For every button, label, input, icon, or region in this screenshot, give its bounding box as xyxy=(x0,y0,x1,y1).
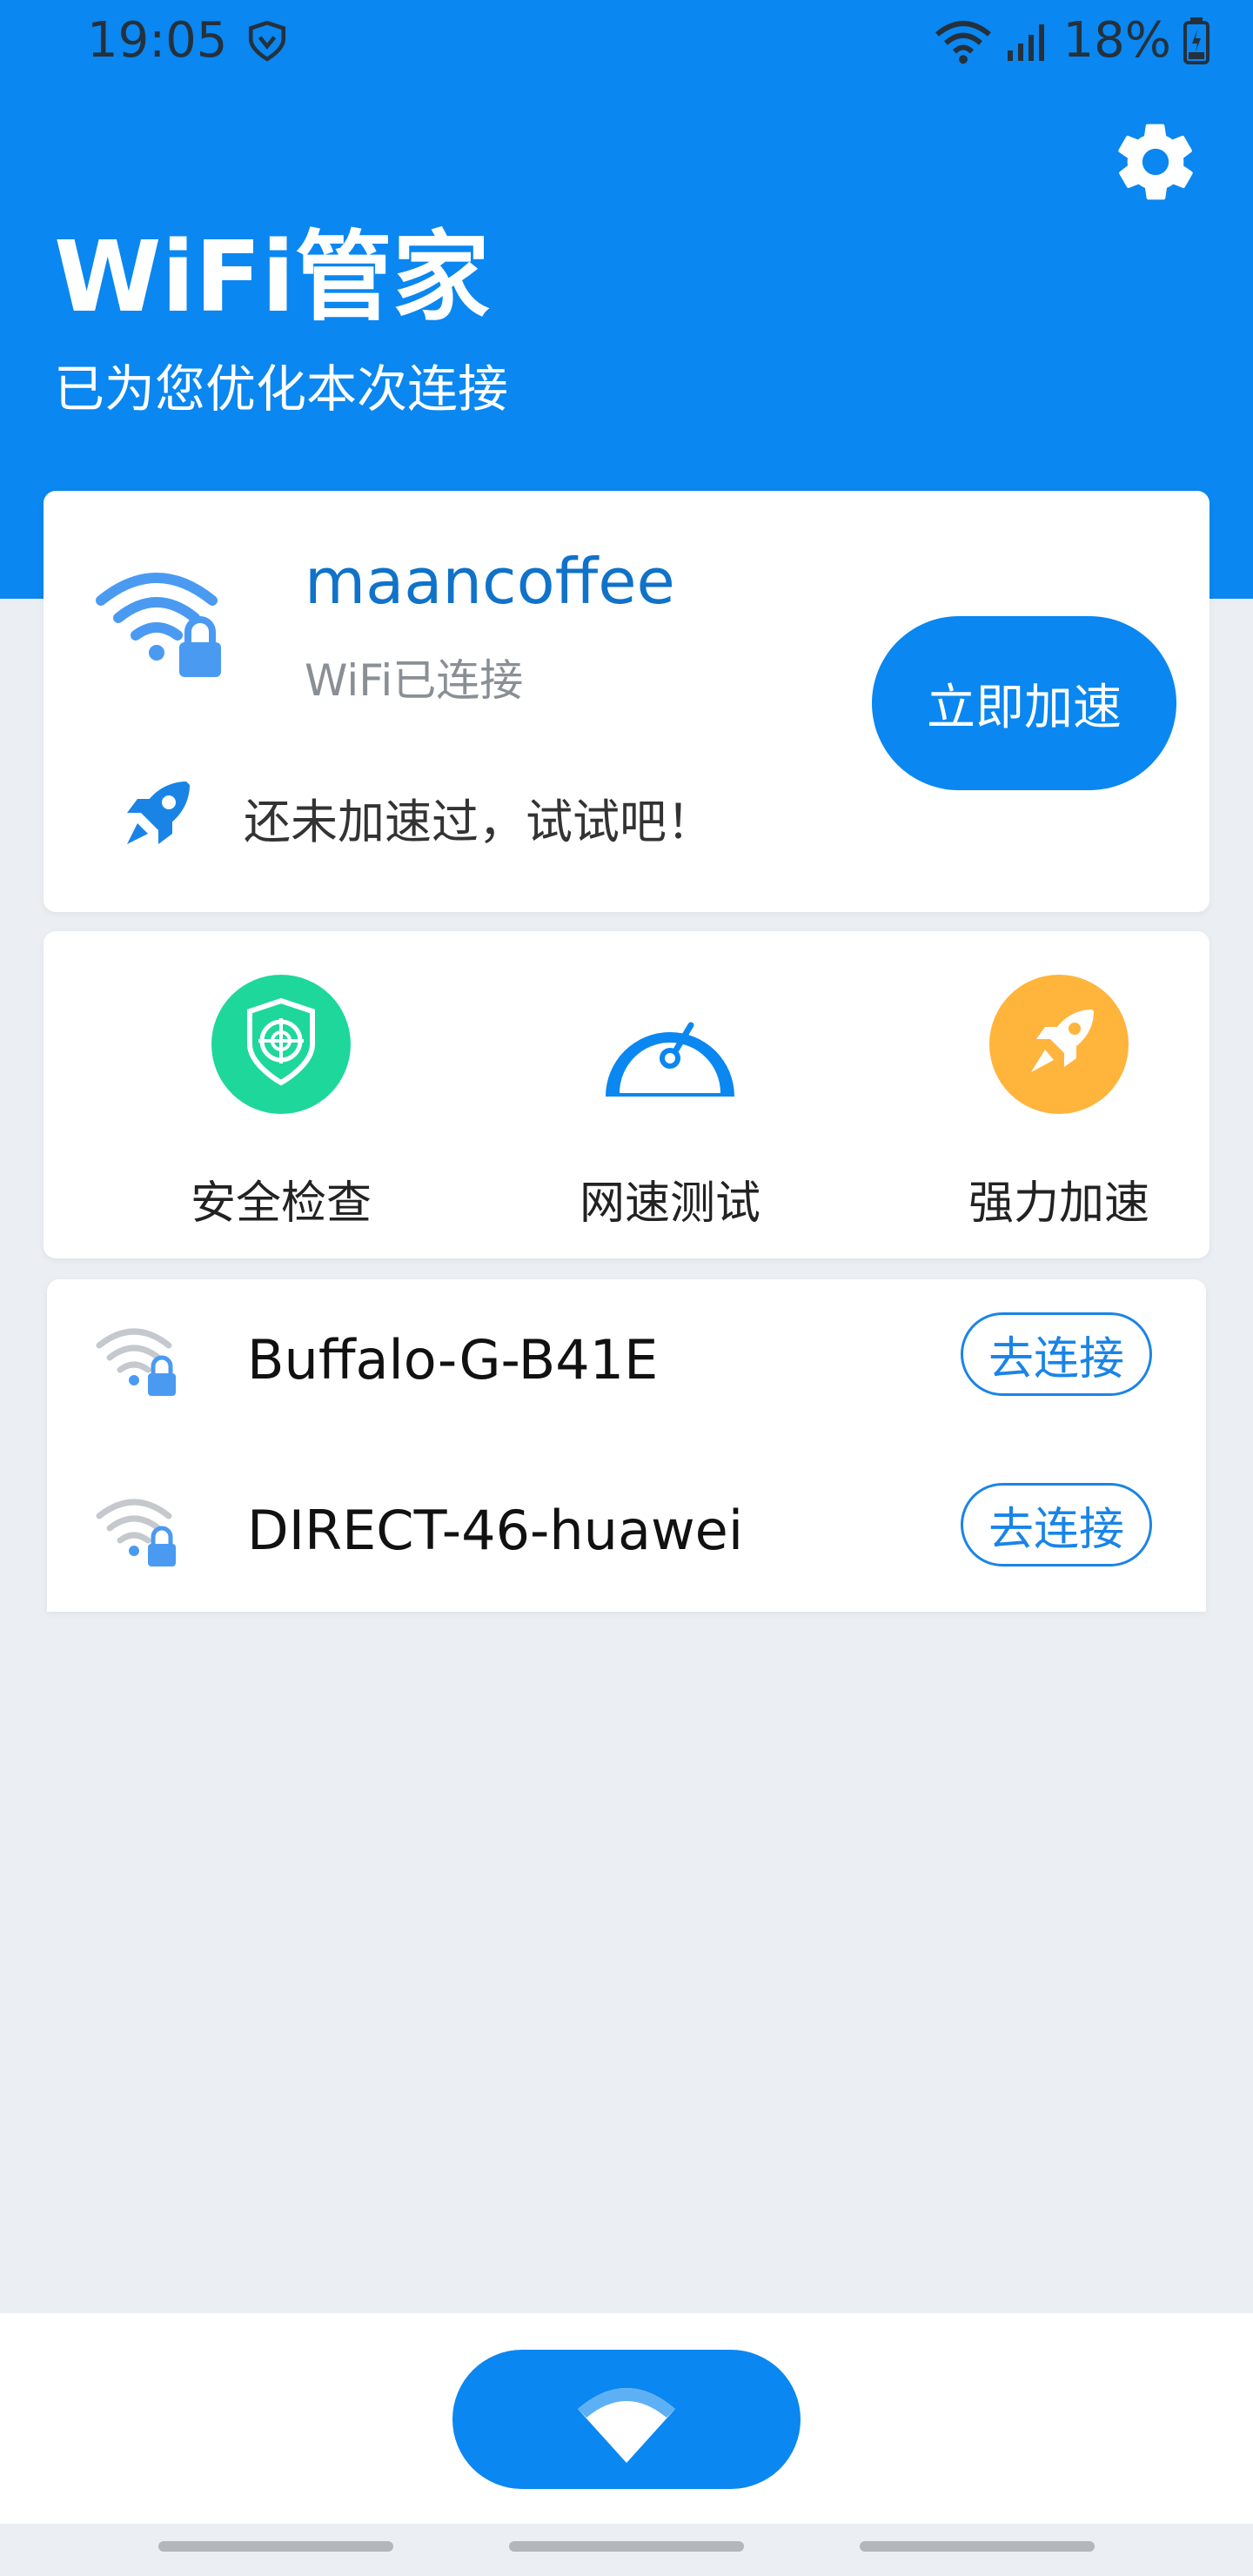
status-time: 19:05 xyxy=(87,12,228,69)
tool-label: 安全检查 xyxy=(190,1177,372,1230)
tool-power-accelerate[interactable]: 强力加速 xyxy=(928,975,1189,1230)
wifi-icon xyxy=(935,20,991,64)
connected-ssid: maancoffee xyxy=(305,545,675,618)
status-bar: 19:05 18% xyxy=(0,0,1253,87)
bottom-bar xyxy=(0,2313,1253,2524)
wifi-lock-icon xyxy=(96,1499,176,1566)
gear-icon[interactable] xyxy=(1110,117,1201,207)
tool-label: 网速测试 xyxy=(579,1177,761,1230)
connection-card: maancoffee WiFi已连接 立即加速 还未加速过，试试吧！ xyxy=(44,491,1209,912)
connect-button[interactable]: 去连接 xyxy=(961,1483,1152,1566)
tools-card: 安全检查 网速测试 强力加速 xyxy=(44,931,1209,1258)
wifi-tab-button[interactable] xyxy=(452,2350,801,2489)
wifi-icon xyxy=(578,2388,675,2463)
wifi-lock-icon xyxy=(96,1328,176,1396)
connect-button[interactable]: 去连接 xyxy=(961,1312,1152,1396)
nav-recents[interactable] xyxy=(158,2541,393,2552)
app-title: WiFi管家 xyxy=(54,221,490,334)
accelerate-hint: 还未加速过，试试吧！ xyxy=(244,795,714,849)
network-list: Buffalo-G-B41E 去连接 DIRECT-46-huawei 去连接 xyxy=(47,1279,1206,1612)
nav-back[interactable] xyxy=(860,2541,1095,2552)
rocket-icon xyxy=(989,975,1129,1114)
speedometer-icon xyxy=(600,975,740,1114)
tool-security-check[interactable]: 安全检查 xyxy=(151,975,412,1230)
rocket-icon xyxy=(127,782,190,844)
network-row[interactable]: DIRECT-46-huawei 去连接 xyxy=(47,1450,1206,1620)
shield-icon xyxy=(248,20,286,62)
signal-icon xyxy=(1007,23,1044,61)
network-name: Buffalo-G-B41E xyxy=(247,1328,659,1392)
app-subtitle: 已为您优化本次连接 xyxy=(54,359,509,419)
battery-percent: 18% xyxy=(1062,12,1171,69)
accelerate-now-button[interactable]: 立即加速 xyxy=(872,616,1176,790)
tool-label: 强力加速 xyxy=(968,1177,1149,1230)
system-nav-bar xyxy=(0,2524,1253,2576)
tool-speed-test[interactable]: 网速测试 xyxy=(539,975,801,1230)
security-shield-icon xyxy=(211,975,351,1114)
wifi-lock-icon xyxy=(96,573,221,677)
network-name: DIRECT-46-huawei xyxy=(247,1499,744,1562)
connection-status: WiFi已连接 xyxy=(305,655,524,706)
battery-icon xyxy=(1183,17,1209,64)
network-row[interactable]: Buffalo-G-B41E 去连接 xyxy=(47,1279,1206,1450)
nav-home[interactable] xyxy=(509,2541,744,2552)
